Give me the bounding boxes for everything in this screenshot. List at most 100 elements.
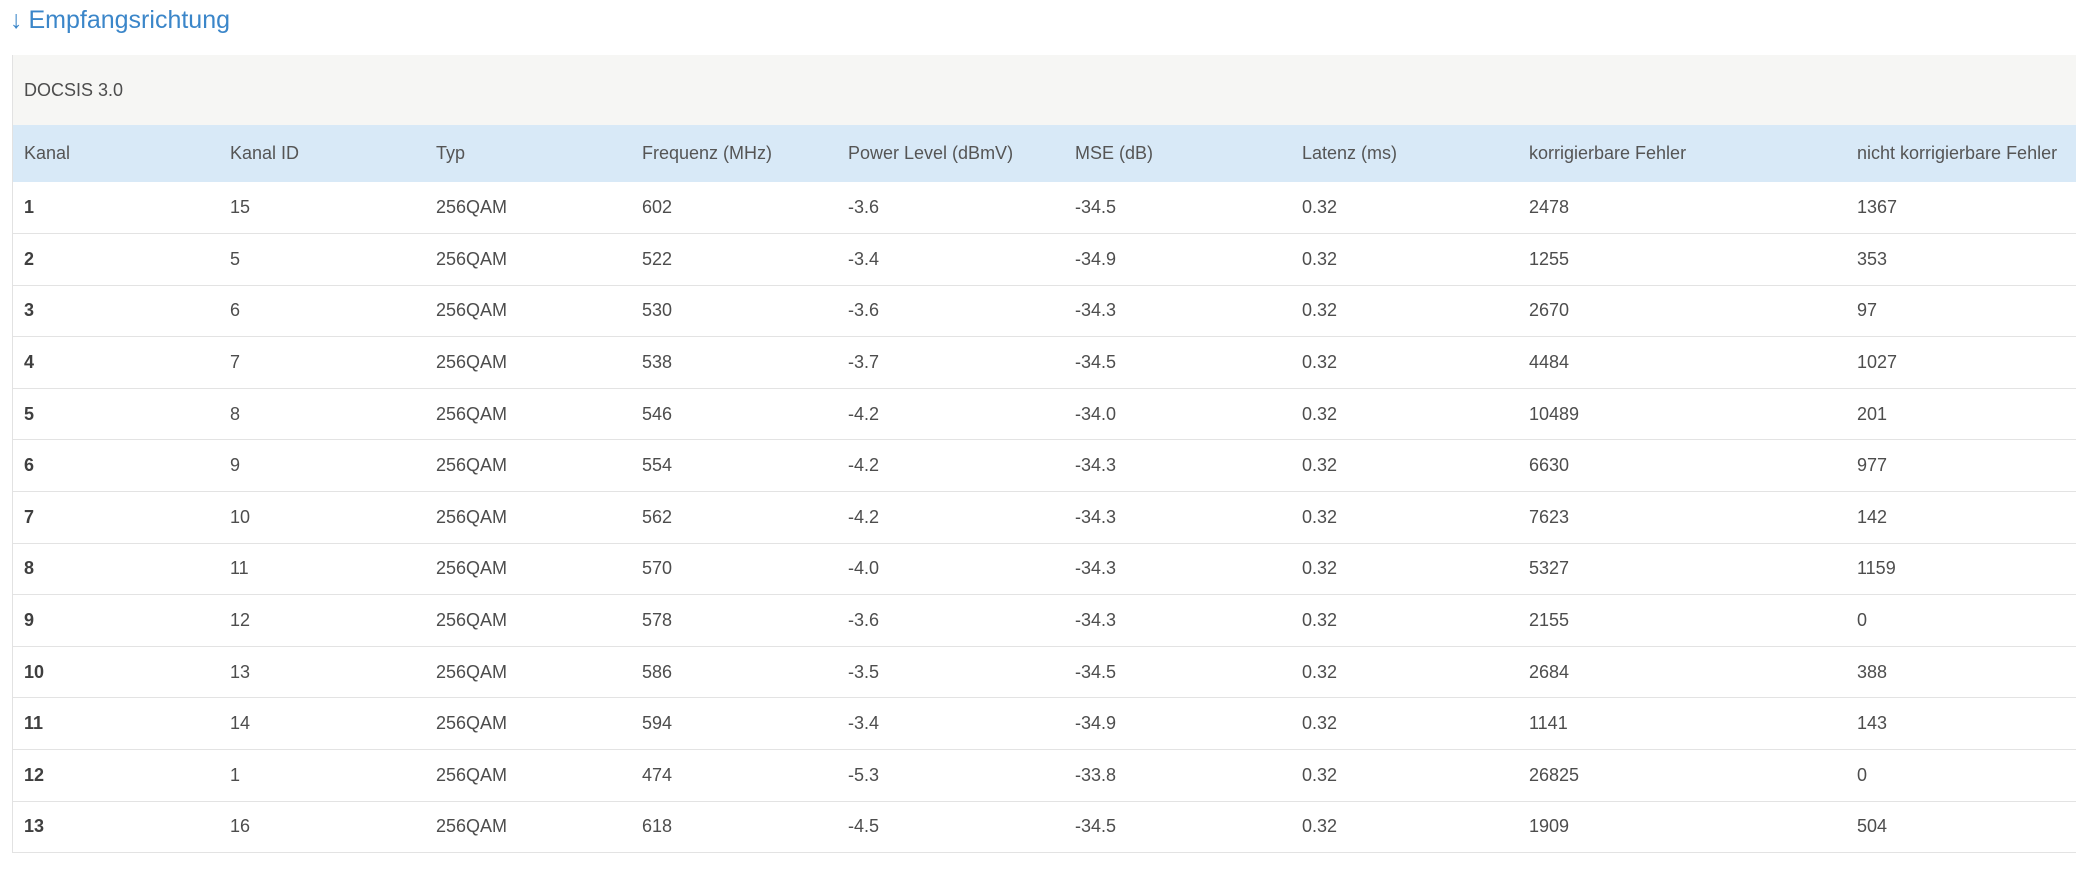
cell-korrigierbare-fehler: 1255	[1529, 248, 1570, 269]
table-row: 11 14 256QAM 594 -3.4 -34.9 0.32 1141 143	[13, 698, 2076, 750]
table-row: 2 5 256QAM 522 -3.4 -34.9 0.32 1255 353	[13, 234, 2076, 286]
cell-kanal: 8	[24, 558, 35, 579]
cell-typ: 256QAM	[436, 764, 508, 785]
column-header-korrigierbare-fehler: korrigierbare Fehler	[1529, 143, 1687, 163]
cell-kanal: 9	[24, 610, 35, 631]
cell-latenz: 0.32	[1302, 816, 1338, 837]
column-header-latenz: Latenz (ms)	[1302, 143, 1398, 163]
cell-nicht-korrigierbare-fehler: 97	[1857, 300, 1878, 321]
column-header-kanal: Kanal	[24, 143, 71, 163]
cell-typ: 256QAM	[436, 197, 508, 218]
cell-power-level: -3.4	[848, 248, 880, 269]
cell-typ: 256QAM	[436, 610, 508, 631]
cell-nicht-korrigierbare-fehler: 1027	[1857, 352, 1898, 373]
cell-kanal-id: 7	[230, 352, 241, 373]
cell-frequenz: 554	[642, 455, 673, 476]
cell-kanal-id: 16	[230, 816, 251, 837]
cell-kanal: 2	[24, 248, 35, 269]
cell-frequenz: 586	[642, 661, 673, 682]
cell-korrigierbare-fehler: 2478	[1529, 197, 1570, 218]
cell-kanal-id: 1	[230, 764, 241, 785]
cell-korrigierbare-fehler: 1141	[1529, 713, 1568, 734]
cell-frequenz: 522	[642, 248, 673, 269]
cell-latenz: 0.32	[1302, 197, 1338, 218]
cell-kanal-id: 5	[230, 248, 241, 269]
cell-korrigierbare-fehler: 2670	[1529, 300, 1570, 321]
cell-latenz: 0.32	[1302, 403, 1338, 424]
cell-power-level: -3.6	[848, 610, 880, 631]
cell-kanal-id: 8	[230, 403, 241, 424]
column-header-kanal-id: Kanal ID	[230, 143, 300, 163]
cell-typ: 256QAM	[436, 300, 508, 321]
cell-power-level: -4.2	[848, 455, 880, 476]
table-row: 7 10 256QAM 562 -4.2 -34.3 0.32 7623 142	[13, 492, 2076, 544]
downstream-heading-link[interactable]: ↓ Empfangsrichtung	[10, 2, 230, 38]
table-row: 10 13 256QAM 586 -3.5 -34.5 0.32 2684 388	[13, 646, 2076, 698]
docsis-panel: DOCSIS 3.0 Kanal Kanal ID Typ Frequenz (…	[12, 55, 2076, 854]
column-header-typ: Typ	[436, 143, 466, 163]
table-header-row: Kanal Kanal ID Typ Frequenz (MHz) Power …	[13, 125, 2076, 182]
cell-typ: 256QAM	[436, 352, 508, 373]
cell-frequenz: 578	[642, 610, 673, 631]
cell-korrigierbare-fehler: 2684	[1529, 661, 1570, 682]
cell-mse: -34.5	[1075, 661, 1117, 682]
cell-nicht-korrigierbare-fehler: 143	[1857, 713, 1888, 734]
cell-power-level: -3.7	[848, 352, 880, 373]
cell-mse: -34.3	[1075, 300, 1117, 321]
cell-mse: -34.3	[1075, 610, 1117, 631]
cell-latenz: 0.32	[1302, 506, 1338, 527]
table-row: 8 11 256QAM 570 -4.0 -34.3 0.32 5327 1159	[13, 543, 2076, 595]
table-body: 1 15 256QAM 602 -3.6 -34.5 0.32 2478 1367 2 5 256QA…	[13, 182, 2076, 853]
table-row: 5 8 256QAM 546 -4.2 -34.0 0.32 10489 201	[13, 388, 2076, 440]
cell-korrigierbare-fehler: 2155	[1529, 610, 1570, 631]
cell-power-level: -4.2	[848, 506, 880, 527]
cell-nicht-korrigierbare-fehler: 0	[1857, 764, 1868, 785]
cell-latenz: 0.32	[1302, 661, 1338, 682]
table-row: 1 15 256QAM 602 -3.6 -34.5 0.32 2478 1367	[13, 182, 2076, 234]
cell-frequenz: 562	[642, 506, 673, 527]
cell-korrigierbare-fehler: 1909	[1529, 816, 1570, 837]
arrow-down-icon: ↓	[10, 6, 23, 34]
cell-mse: -33.8	[1075, 764, 1117, 785]
table-row: 13 16 256QAM 618 -4.5 -34.5 0.32 1909 504	[13, 801, 2076, 853]
cell-kanal-id: 12	[230, 610, 251, 631]
cell-kanal: 11	[24, 713, 44, 734]
cell-typ: 256QAM	[436, 455, 508, 476]
cell-power-level: -4.0	[848, 558, 880, 579]
cell-kanal: 6	[24, 455, 35, 476]
cell-mse: -34.5	[1075, 197, 1117, 218]
cell-nicht-korrigierbare-fehler: 201	[1857, 403, 1888, 424]
cell-latenz: 0.32	[1302, 352, 1338, 373]
cell-typ: 256QAM	[436, 248, 508, 269]
column-header-nicht-korrigierbare-fehler: nicht korrigierbare Fehler	[1857, 143, 2058, 163]
table-row: 9 12 256QAM 578 -3.6 -34.3 0.32 2155 0	[13, 595, 2076, 647]
cell-typ: 256QAM	[436, 403, 508, 424]
cell-kanal: 13	[24, 816, 45, 837]
cell-korrigierbare-fehler: 7623	[1529, 506, 1570, 527]
cell-kanal: 5	[24, 403, 35, 424]
column-header-power-level: Power Level (dBmV)	[848, 143, 1014, 163]
cell-kanal: 10	[24, 661, 45, 682]
downstream-heading-label: Empfangsrichtung	[28, 6, 231, 34]
panel-title: DOCSIS 3.0	[13, 55, 2076, 125]
cell-power-level: -3.6	[848, 197, 880, 218]
cell-korrigierbare-fehler: 6630	[1529, 455, 1570, 476]
cell-typ: 256QAM	[436, 713, 508, 734]
cell-nicht-korrigierbare-fehler: 977	[1857, 455, 1888, 476]
cell-frequenz: 594	[642, 713, 673, 734]
cell-kanal-id: 11	[230, 558, 249, 579]
cell-korrigierbare-fehler: 4484	[1529, 352, 1570, 373]
cell-frequenz: 570	[642, 558, 673, 579]
cell-kanal: 1	[24, 197, 35, 218]
cell-frequenz: 618	[642, 816, 673, 837]
cell-latenz: 0.32	[1302, 558, 1338, 579]
cell-latenz: 0.32	[1302, 455, 1338, 476]
table-row: 3 6 256QAM 530 -3.6 -34.3 0.32 2670 97	[13, 285, 2076, 337]
cell-korrigierbare-fehler: 10489	[1529, 403, 1580, 424]
cell-kanal: 7	[24, 506, 35, 527]
cell-mse: -34.3	[1075, 506, 1117, 527]
cell-nicht-korrigierbare-fehler: 1367	[1857, 197, 1898, 218]
cell-mse: -34.3	[1075, 455, 1117, 476]
cell-typ: 256QAM	[436, 558, 508, 579]
cell-nicht-korrigierbare-fehler: 353	[1857, 248, 1888, 269]
